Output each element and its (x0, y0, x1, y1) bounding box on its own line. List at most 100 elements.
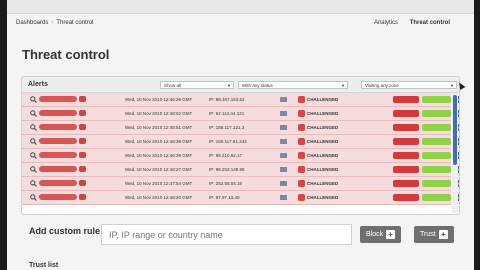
show-filter-select[interactable]: Show all ▼ (160, 81, 234, 89)
custom-rule-label: Add custom rule (29, 226, 101, 236)
status-toggle-green[interactable] (422, 96, 451, 103)
threat-tag[interactable] (39, 194, 77, 200)
status-toggle-green[interactable] (422, 110, 451, 117)
threat-tag[interactable] (39, 96, 77, 102)
status-toggle-green[interactable] (422, 152, 451, 159)
challenge-icon (298, 180, 305, 187)
alert-datetime: Wed, 10 Nov 2010 12:48:27 GMT (125, 167, 193, 172)
threat-tag-extra[interactable] (79, 96, 86, 102)
trust-list-label: Trust list (29, 262, 59, 269)
threat-tag-extra[interactable] (79, 110, 86, 116)
trust-button[interactable]: Trust + (414, 226, 454, 243)
nav-analytics[interactable]: Analytics (374, 20, 398, 26)
alert-row: Wed, 10 Nov 2010 12:48:39 GMT IP: 180.117… (22, 135, 459, 149)
status-toggle-red[interactable] (393, 194, 419, 201)
search-icon[interactable] (30, 96, 37, 103)
alert-datetime: Wed, 10 Nov 2010 12:45:26 GMT (125, 97, 193, 102)
alert-row: Wed, 10 Nov 2010 12:48:02 GMT IP: 62.114.… (22, 107, 459, 121)
country-flag-icon (280, 195, 287, 200)
status-toggle-red[interactable] (393, 110, 419, 117)
status-toggle-green[interactable] (422, 194, 451, 201)
threat-tag-extra[interactable] (79, 194, 86, 200)
threat-tag-extra[interactable] (79, 124, 86, 130)
status-toggle-green[interactable] (422, 138, 451, 145)
breadcrumb-dashboards[interactable]: Dashboards (16, 20, 48, 26)
country-flag-icon (280, 181, 287, 186)
status-toggle-green[interactable] (422, 124, 451, 131)
threat-tag[interactable] (39, 110, 77, 116)
status-toggle-red[interactable] (393, 152, 419, 159)
alert-status: CHALLENGED (307, 111, 339, 116)
search-icon[interactable] (30, 124, 37, 131)
alert-ip: IP: 186.117.121.3 (209, 125, 245, 130)
threat-tag[interactable] (39, 138, 77, 144)
alert-status: CHALLENGED (307, 167, 339, 172)
status-toggle-red[interactable] (393, 96, 419, 103)
challenge-icon (298, 96, 305, 103)
threat-tag-extra[interactable] (79, 138, 86, 144)
alerts-label: Alerts (28, 81, 48, 88)
nav-threat-control[interactable]: Threat control (410, 20, 450, 26)
threat-tag[interactable] (39, 152, 77, 158)
alerts-panel: Alerts Show all ▼ With any status ▼ Visiti… (21, 76, 460, 215)
chevron-down-icon: ▼ (341, 83, 345, 88)
challenge-icon (298, 194, 305, 201)
alert-datetime: Wed, 10 Nov 2010 12:48:20 GMT (125, 195, 193, 200)
block-button[interactable]: Block + (360, 226, 402, 243)
status-toggle-red[interactable] (393, 138, 419, 145)
status-filter-select[interactable]: With any status ▼ (238, 81, 348, 89)
zone-filter-select[interactable]: Visiting any zone ▼ (361, 81, 457, 89)
breadcrumb-threat-control: Threat control (56, 20, 94, 26)
alert-row: Wed, 10 Nov 2010 12:46:38 GMT IP: 98.210.… (22, 149, 459, 163)
status-toggle-green[interactable] (422, 180, 451, 187)
top-nav: Dashboards › Threat control Analytics Thre… (7, 14, 474, 32)
threat-tag[interactable] (39, 180, 77, 186)
threat-tag-extra[interactable] (79, 152, 86, 158)
alert-row: Wed, 10 Nov 2010 12:47:54 GMT IP: 252.58.… (22, 177, 459, 191)
alert-ip: IP: 96.253.148.88 (209, 167, 245, 172)
status-toggle-red[interactable] (393, 124, 419, 131)
search-icon[interactable] (30, 152, 37, 159)
browser-topbar (7, 0, 474, 14)
search-icon[interactable] (30, 166, 37, 173)
scrollbar-thumb[interactable] (453, 95, 457, 165)
threat-tag-extra[interactable] (79, 166, 86, 172)
country-flag-icon (280, 139, 287, 144)
page: Dashboards › Threat control Analytics Thre… (7, 0, 474, 270)
threat-tag[interactable] (39, 124, 77, 130)
plus-icon: + (386, 229, 396, 239)
plus-icon: + (438, 229, 448, 239)
alert-status: CHALLENGED (307, 97, 339, 102)
search-icon[interactable] (30, 180, 37, 187)
alert-row: Wed, 10 Nov 2010 12:48:51 GMT IP: 186.117… (22, 121, 459, 135)
alert-status: CHALLENGED (307, 125, 339, 130)
alert-row: Wed, 10 Nov 2010 12:45:26 GMT IP: 88.167.… (22, 93, 459, 107)
alert-status: CHALLENGED (307, 195, 339, 200)
alert-ip: IP: 98.210.62.17 (209, 153, 243, 158)
alert-row: Wed, 10 Nov 2010 12:48:27 GMT IP: 96.253.… (22, 163, 459, 177)
alerts-list: Wed, 10 Nov 2010 12:45:26 GMT IP: 88.167.… (22, 93, 459, 205)
country-flag-icon (280, 167, 287, 172)
threat-tag-extra[interactable] (79, 180, 86, 186)
country-flag-icon (280, 125, 287, 130)
threat-tag[interactable] (39, 166, 77, 172)
alerts-scrollbar[interactable] (452, 93, 458, 213)
challenge-icon (298, 152, 305, 159)
search-icon[interactable] (30, 138, 37, 145)
country-flag-icon (280, 111, 287, 116)
alert-status: CHALLENGED (307, 181, 339, 186)
search-icon[interactable] (30, 110, 37, 117)
alerts-header: Alerts Show all ▼ With any status ▼ Visiti… (22, 77, 459, 93)
alert-ip: IP: 180.117.61.242 (209, 139, 247, 144)
status-toggle-red[interactable] (393, 166, 419, 173)
alert-datetime: Wed, 10 Nov 2010 12:46:38 GMT (125, 153, 193, 158)
alert-ip: IP: 62.114.44.121 (209, 111, 245, 116)
status-toggle-green[interactable] (422, 166, 451, 173)
country-flag-icon (280, 97, 287, 102)
chevron-down-icon: ▼ (227, 83, 231, 88)
status-toggle-red[interactable] (393, 180, 419, 187)
alert-status: CHALLENGED (307, 153, 339, 158)
country-flag-icon (280, 153, 287, 158)
search-icon[interactable] (30, 194, 37, 201)
custom-rule-input[interactable] (101, 224, 352, 245)
